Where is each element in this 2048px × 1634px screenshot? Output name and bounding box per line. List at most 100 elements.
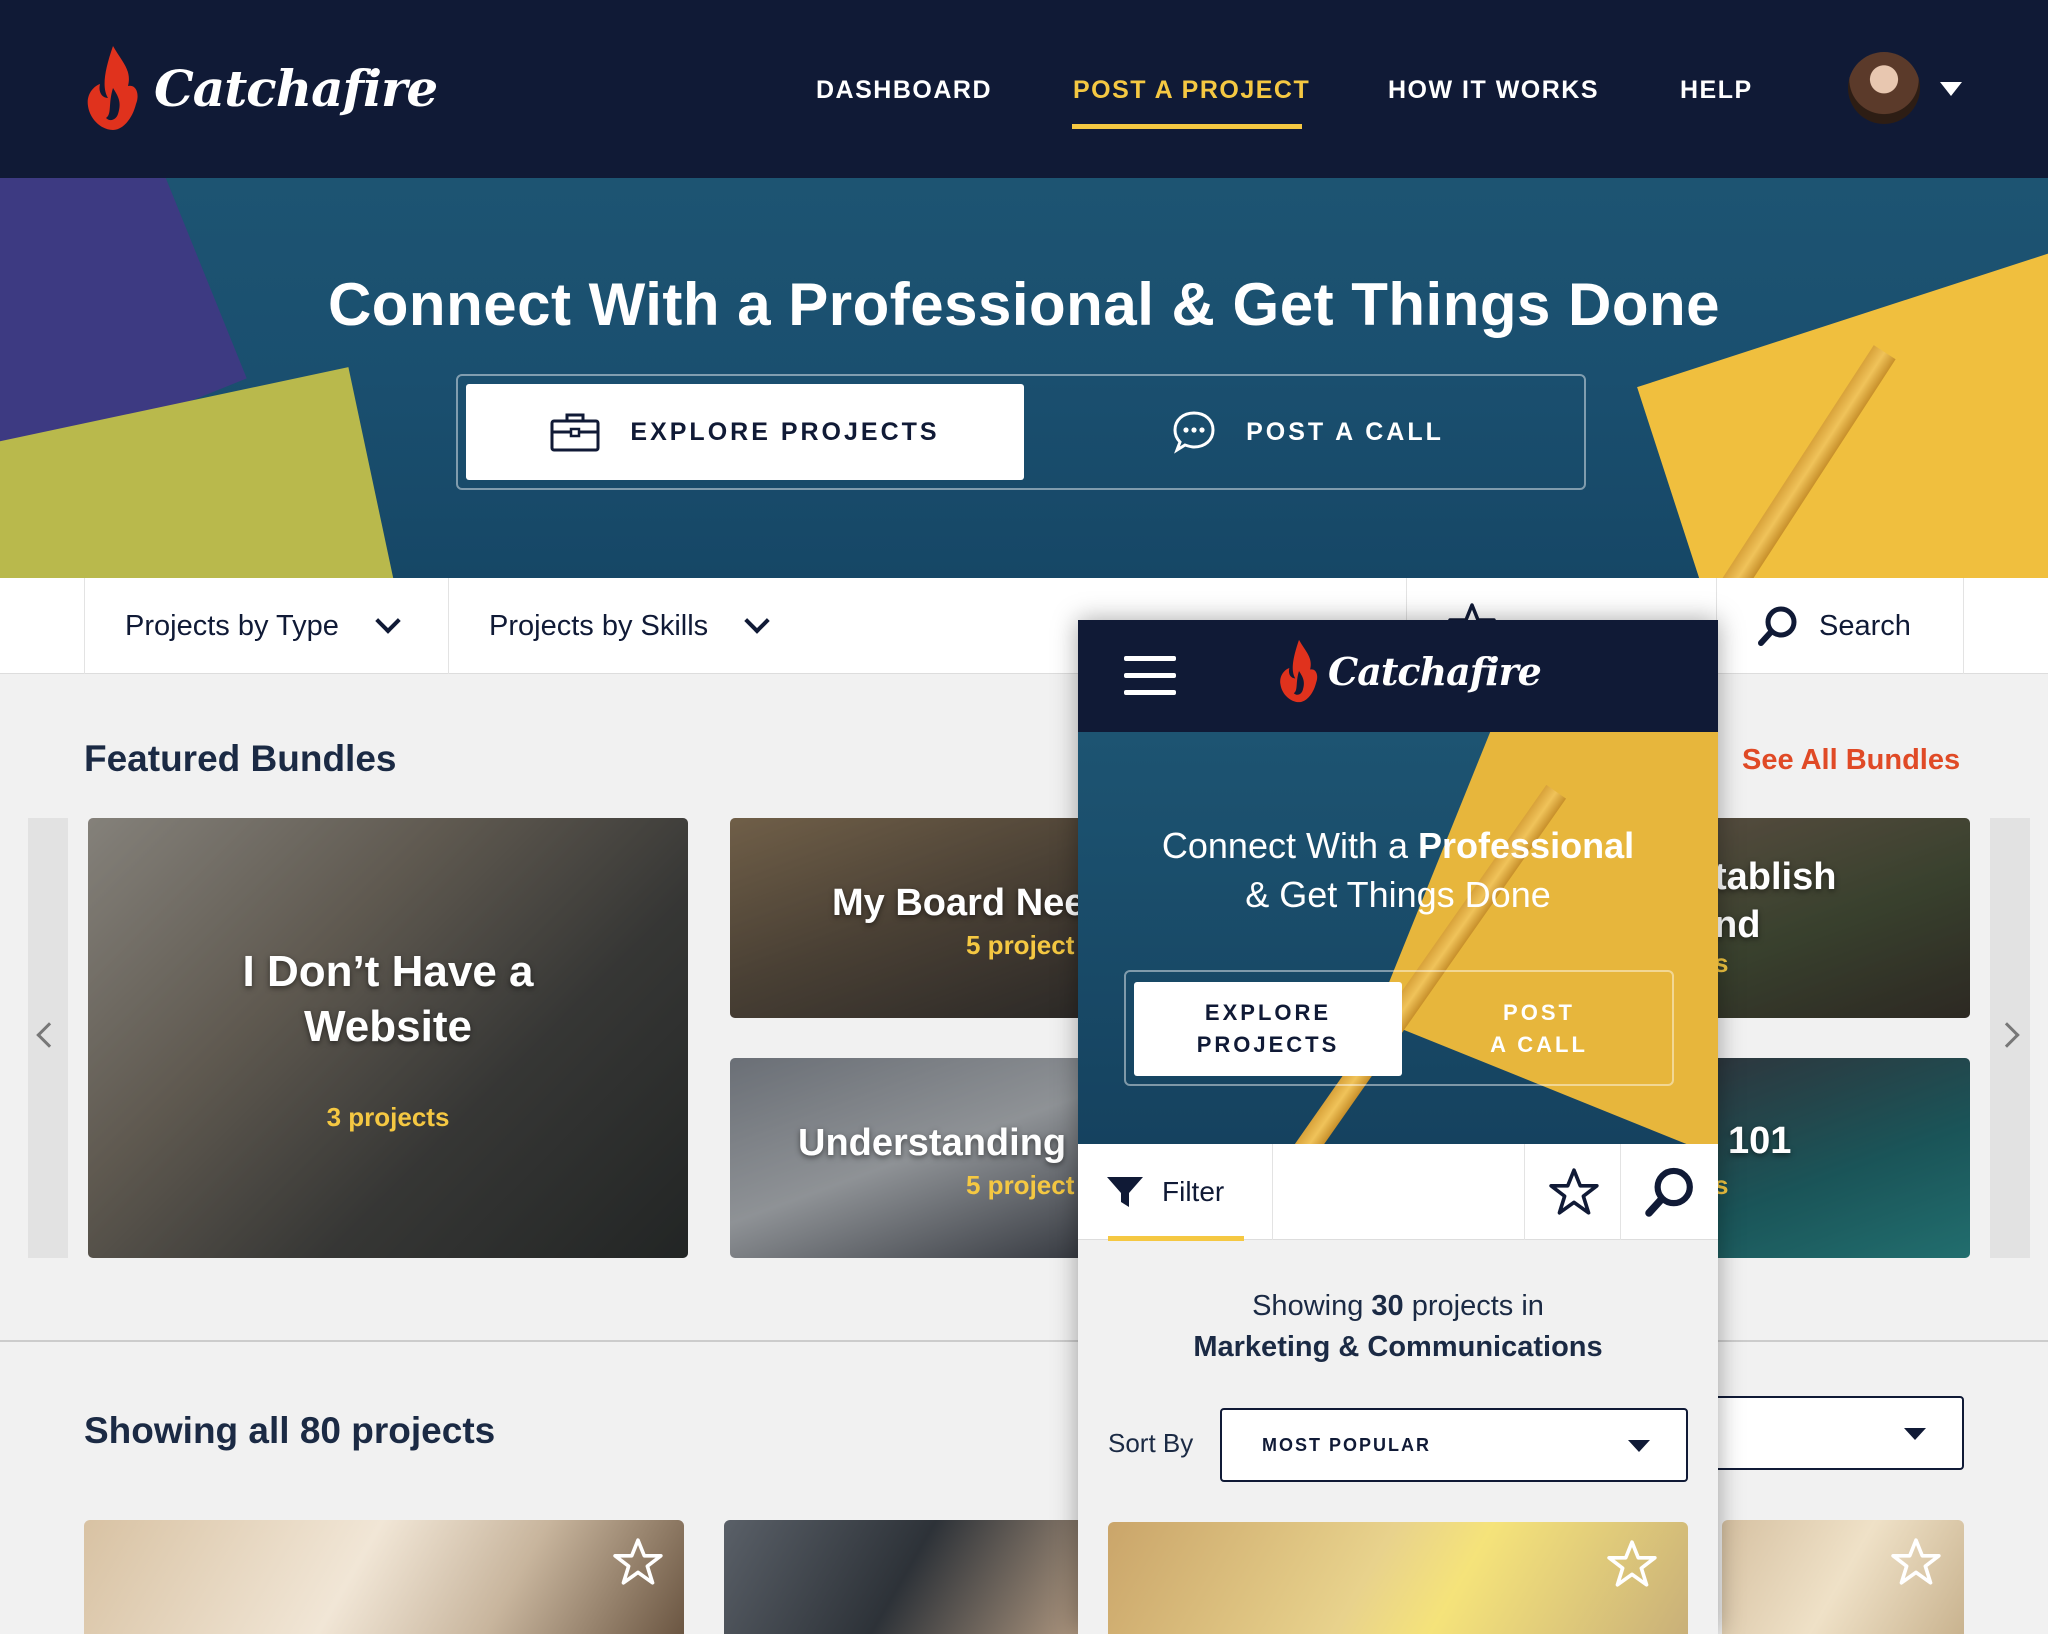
mobile-post-a-call-button[interactable]: POST A CALL xyxy=(1410,982,1668,1076)
mobile-hero-title: Connect With a Professional & Get Things… xyxy=(1078,822,1718,919)
search-button[interactable]: Search xyxy=(1716,578,1964,674)
mobile-explore-projects-button[interactable]: EXPLORE PROJECTS xyxy=(1134,982,1402,1076)
mobile-logo[interactable]: Catchafire xyxy=(1276,638,1542,704)
search-icon[interactable] xyxy=(1644,1166,1696,1218)
mobile-sort-select[interactable]: MOST POPULAR xyxy=(1220,1408,1688,1482)
mobile-category-name: Marketing & Communications xyxy=(1193,1330,1603,1363)
hamburger-menu-icon[interactable] xyxy=(1124,656,1176,696)
mobile-hero-line1-bold: Professional xyxy=(1418,825,1635,866)
bundle-card-title: 101 xyxy=(1728,1120,1792,1162)
mobile-explore-line1: EXPLORE xyxy=(1204,1000,1332,1026)
bundle-card-title: Understanding xyxy=(798,1122,1067,1164)
hero-title-part2: & xyxy=(1154,271,1233,338)
post-a-call-button[interactable]: POST A CALL xyxy=(1038,384,1578,480)
explore-projects-button[interactable]: EXPLORE PROJECTS xyxy=(466,384,1024,480)
mobile-call-line2: A CALL xyxy=(1490,1032,1588,1057)
briefcase-icon xyxy=(550,413,600,452)
mobile-results-summary: Showing 30 projects in Marketing & Commu… xyxy=(1078,1286,1718,1367)
hero-title-part1: Connect With a xyxy=(327,271,789,338)
nav-post-a-project[interactable]: POST A PROJECT xyxy=(1073,76,1310,105)
see-all-bundles-link[interactable]: See All Bundles xyxy=(1742,744,1960,777)
catchafire-logo[interactable]: Catchafire xyxy=(82,40,438,136)
favorite-star-icon[interactable] xyxy=(1606,1538,1658,1590)
caret-down-icon[interactable] xyxy=(1940,82,1962,96)
mobile-project-card[interactable] xyxy=(1108,1522,1688,1634)
hero-title-bold1: Professional xyxy=(788,271,1155,338)
project-filter-bar: Projects by Type Projects by Skills Sear… xyxy=(0,578,2048,674)
mobile-hero-line1: Connect With a xyxy=(1161,825,1419,866)
mobile-logo-wordmark: Catchafire xyxy=(1328,648,1542,694)
nav-how-it-works[interactable]: HOW IT WORKS xyxy=(1388,76,1599,105)
favorite-star-icon[interactable] xyxy=(1890,1536,1942,1588)
bundle-card-count: 5 project xyxy=(966,1170,1075,1200)
bundle-card-title: My Board Nee xyxy=(832,882,1086,924)
chevron-right-icon xyxy=(1994,1022,2020,1048)
mobile-filter-button[interactable]: Filter xyxy=(1106,1144,1272,1240)
hero-title-bold2: Get Things Done xyxy=(1232,271,1721,338)
mobile-showing-suffix: projects in xyxy=(1403,1290,1544,1322)
project-card[interactable] xyxy=(1722,1520,1964,1634)
section-divider xyxy=(0,1340,2048,1342)
flame-logo-icon xyxy=(87,46,138,130)
logo-wordmark: Catchafire xyxy=(154,58,438,118)
filter-bar-divider xyxy=(1524,1144,1525,1240)
bundle-card-title: I Don’t Have a Website xyxy=(242,947,534,1051)
projects-by-skills-dropdown[interactable]: Projects by Skills xyxy=(448,578,820,674)
mobile-navbar: Catchafire xyxy=(1078,620,1718,732)
project-card[interactable] xyxy=(724,1520,1084,1634)
project-card[interactable] xyxy=(84,1520,684,1634)
caret-down-icon xyxy=(1904,1428,1926,1440)
projects-count-number: 80 xyxy=(299,1410,341,1451)
explore-projects-label: EXPLORE PROJECTS xyxy=(630,417,940,446)
chat-bubble-icon xyxy=(1173,411,1215,454)
bundle-card[interactable]: My Board Nee 5 project xyxy=(730,818,1090,1018)
mobile-filter-label: Filter xyxy=(1162,1176,1225,1207)
projects-count-heading: Showing all 80 projects xyxy=(84,1410,495,1452)
top-navbar: Catchafire DASHBOARD POST A PROJECT HOW … xyxy=(0,0,2048,178)
featured-bundles-title: Featured Bundles xyxy=(84,738,397,779)
search-icon xyxy=(1758,606,1797,646)
bundle-card-count: s xyxy=(1714,1170,1729,1200)
chevron-down-icon xyxy=(375,608,401,634)
filter-bar-divider xyxy=(1620,1144,1621,1240)
filter-bar-divider xyxy=(1272,1144,1273,1240)
chevron-left-icon xyxy=(36,1022,62,1048)
bundle-card-title: tablish nd xyxy=(1714,856,1837,946)
post-a-call-label: POST A CALL xyxy=(1246,417,1444,446)
search-label: Search xyxy=(1819,609,1911,642)
mobile-call-line1: POST xyxy=(1503,1000,1575,1026)
mobile-explore-line2: PROJECTS xyxy=(1196,1032,1340,1057)
star-icon[interactable] xyxy=(1548,1166,1600,1218)
favorite-star-icon[interactable] xyxy=(612,1536,664,1588)
mobile-showing-prefix: Showing xyxy=(1252,1290,1372,1322)
bundle-card-count: s xyxy=(1714,948,1729,978)
filter-funnel-icon xyxy=(1107,1177,1143,1207)
active-nav-underline xyxy=(1072,124,1302,129)
nav-help[interactable]: HELP xyxy=(1680,76,1753,105)
bundle-card[interactable]: Understanding 5 project xyxy=(730,1058,1090,1258)
chevron-down-icon xyxy=(744,608,770,634)
bundle-card[interactable]: I Don’t Have a Website 3 projects xyxy=(88,818,688,1258)
user-avatar[interactable] xyxy=(1848,52,1920,124)
mobile-mode-toggle: EXPLORE PROJECTS POST A CALL xyxy=(1124,970,1674,1086)
bundle-card-count: 5 project xyxy=(966,930,1075,960)
mobile-filter-bar: Filter xyxy=(1078,1144,1718,1241)
mobile-hero-line2: & Get Things Done xyxy=(1245,873,1551,915)
bundle-card[interactable]: 101 s xyxy=(1710,1058,1970,1258)
hero-mode-toggle: EXPLORE PROJECTS POST A CALL xyxy=(456,374,1586,490)
caret-down-icon xyxy=(1628,1440,1650,1452)
mobile-preview-frame: Catchafire Connect With a Professional &… xyxy=(1078,620,1718,1634)
bundle-card[interactable]: tablish nd s xyxy=(1710,818,1970,1018)
mobile-sort-value: MOST POPULAR xyxy=(1262,1435,1432,1455)
mobile-showing-count: 30 xyxy=(1371,1290,1404,1322)
projects-count-prefix: Showing all xyxy=(84,1410,300,1451)
projects-by-type-dropdown[interactable]: Projects by Type xyxy=(84,578,448,674)
projects-count-suffix: projects xyxy=(341,1410,496,1451)
mobile-sort-label: Sort By xyxy=(1108,1428,1194,1458)
projects-by-skills-label: Projects by Skills xyxy=(489,609,709,642)
projects-by-type-label: Projects by Type xyxy=(125,609,339,642)
nav-dashboard[interactable]: DASHBOARD xyxy=(816,76,992,105)
flame-logo-icon xyxy=(1280,639,1318,703)
carousel-next-button[interactable] xyxy=(1990,818,2030,1258)
carousel-prev-button[interactable] xyxy=(28,818,68,1258)
